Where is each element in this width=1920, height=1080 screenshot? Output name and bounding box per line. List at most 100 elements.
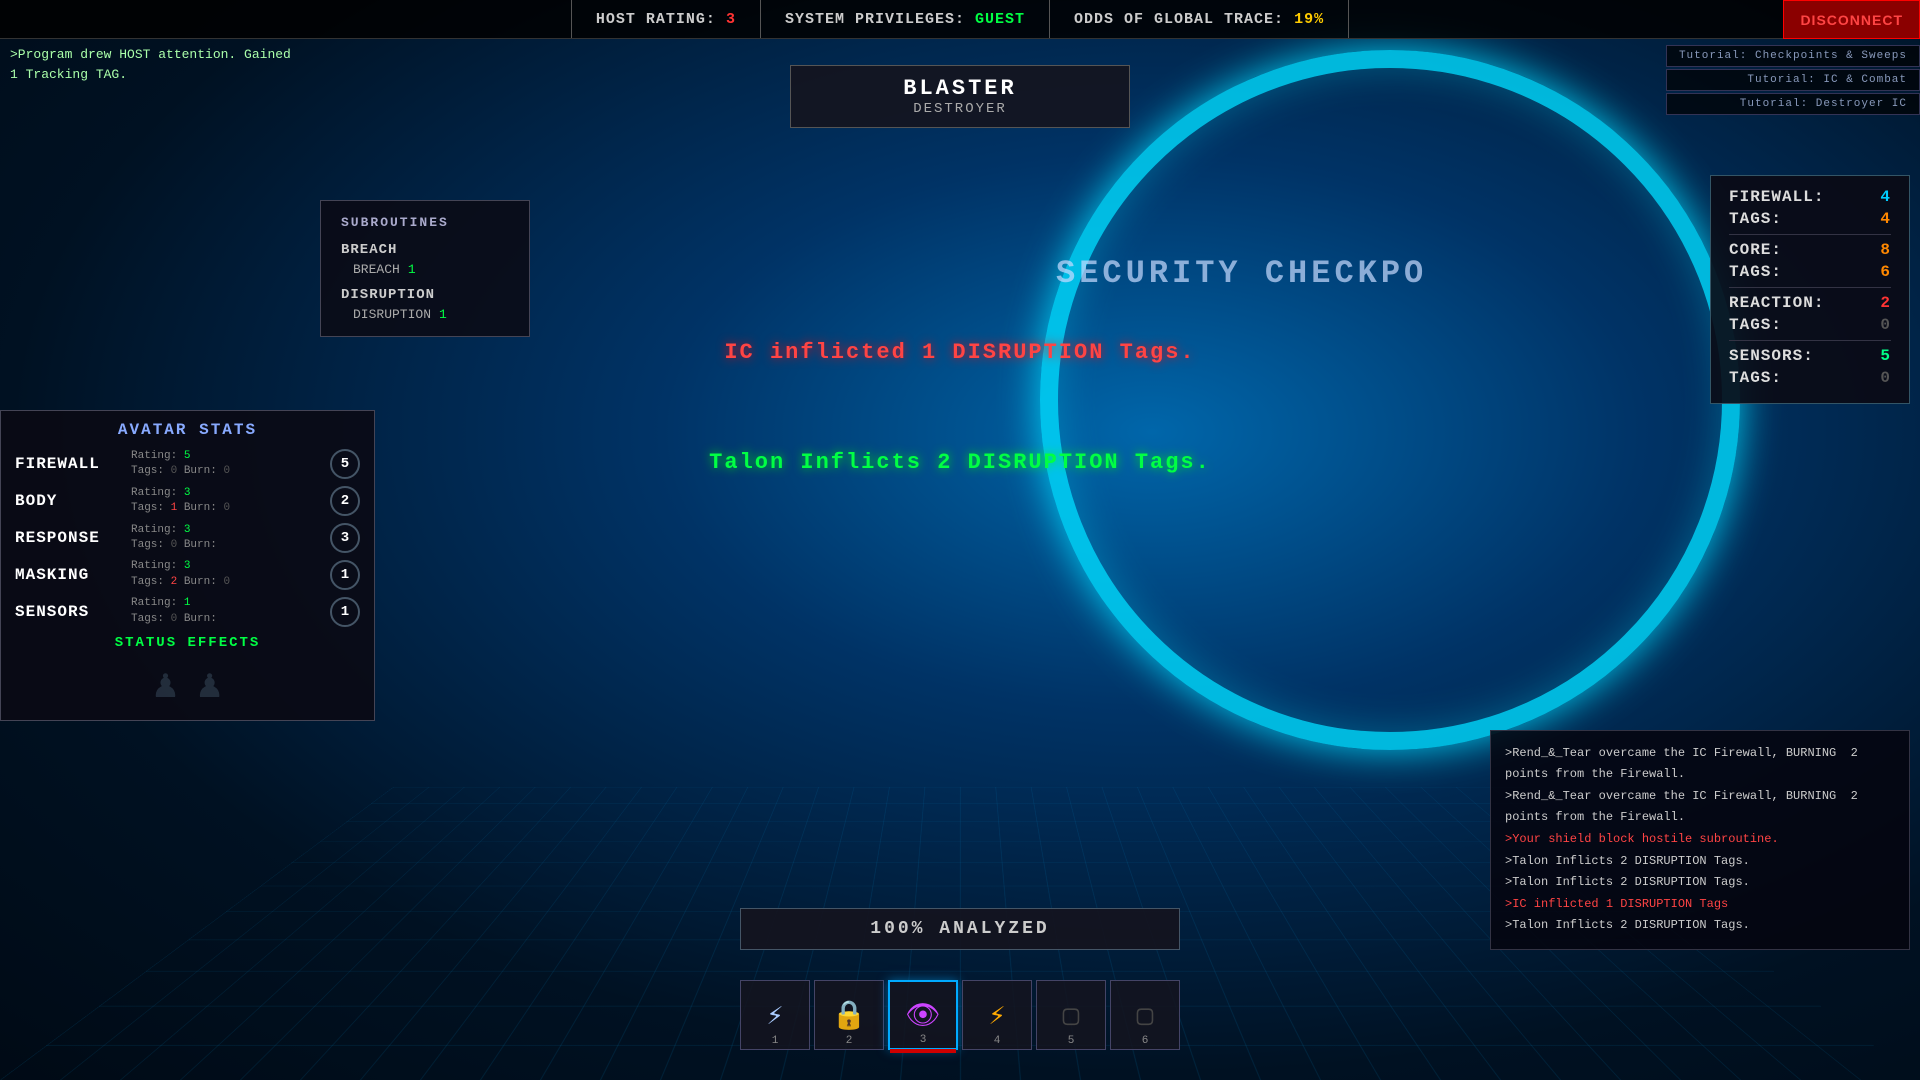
hotbar-num-6: 6 [1142,1035,1149,1047]
combat-message-1: IC inflicted 1 DISRUPTION Tags. [724,340,1195,365]
core-value: 8 [1880,241,1891,259]
divider-2 [1729,287,1891,288]
top-hud: HOST Rating: 3 System Privileges: GUEST … [0,0,1920,39]
trace-label: Odds of Global Trace: [1074,11,1284,28]
sensors-stat-row: Sensors: 5 [1729,347,1891,365]
core-tags-row: TAGS: 6 [1729,263,1891,281]
avatar-response-circle: 3 [330,523,360,553]
hotbar-num-2: 2 [846,1035,853,1047]
core-label: Core: [1729,241,1782,259]
avatar-body-circle: 2 [330,486,360,516]
hotbar-num-1: 1 [772,1035,779,1047]
hotbar-slot-3[interactable]: 👁 3 [888,980,958,1050]
hotbar-slot-4[interactable]: ⚡ 4 [962,980,1032,1050]
security-checkpoint-text: SECURITY CHECKPO [1056,255,1427,292]
hotbar-slot-5[interactable]: ▢ 5 [1036,980,1106,1050]
host-rating-label: HOST Rating: [596,11,716,28]
enemy-type: Destroyer [851,101,1069,117]
avatar-body-name: Body [15,492,125,510]
breach-item-count: 1 [408,262,416,277]
avatar-response-details: Rating: 3 Tags: 0 Burn: [131,523,324,554]
log-entry-6: >IC inflicted 1 DISRUPTION Tags [1505,894,1895,916]
avatar-stats-panel: Avatar Stats Firewall Rating: 5 Tags: 0 … [0,410,375,721]
host-rating-segment: HOST Rating: 3 [571,0,761,38]
firewall-stat-row: Firewall: 4 [1729,188,1891,206]
breach-item: Breach 1 [341,262,509,277]
console-line-2: 1 Tracking TAG. [10,65,291,85]
avatar-sensors-name: Sensors [15,603,125,621]
portal-ring [1040,50,1740,750]
sensors-tags-row: TAGS: 0 [1729,369,1891,387]
analysis-bar: 100% Analyzed [740,908,1180,950]
subroutines-panel: Subroutines Breach Breach 1 Disruption D… [320,200,530,337]
avatar-body-row: Body Rating: 3 Tags: 1 Burn: 0 2 [15,486,360,517]
breach-category: Breach [341,242,509,258]
avatar-masking-row: Masking Rating: 3 Tags: 2 Burn: 0 1 [15,559,360,590]
sensors-value: 5 [1880,347,1891,365]
hotbar: ⚡ 1 🔒 2 👁 3 ⚡ 4 ▢ 5 ▢ 6 [740,980,1180,1050]
avatar-masking-name: Masking [15,566,125,584]
hotbar-num-5: 5 [1068,1035,1075,1047]
avatar-firewall-circle: 5 [330,449,360,479]
log-entry-7: >Talon Inflicts 2 DISRUPTION Tags. [1505,915,1895,937]
hotbar-icon-5: ▢ [1063,998,1080,1033]
avatar-response-name: Response [15,529,125,547]
sensors-tags-value: 0 [1880,369,1891,387]
hotbar-slot-2[interactable]: 🔒 2 [814,980,884,1050]
avatar-sensors-circle: 1 [330,597,360,627]
host-rating-value: 3 [726,11,736,28]
log-entry-5: >Talon Inflicts 2 DISRUPTION Tags. [1505,872,1895,894]
hotbar-icon-6: ▢ [1137,998,1154,1033]
disruption-item-count: 1 [439,307,447,322]
disruption-category: Disruption [341,287,509,303]
enemy-name: Blaster [851,76,1069,101]
log-entry-4: >Talon Inflicts 2 DISRUPTION Tags. [1505,851,1895,873]
hotbar-num-3: 3 [920,1034,927,1046]
hotbar-slot-6[interactable]: ▢ 6 [1110,980,1180,1050]
avatar-sensors-row: Sensors Rating: 1 Tags: 0 Burn: 1 [15,596,360,627]
hotbar-icon-1: ⚡ [767,998,784,1033]
combat-message-2: Talon Inflicts 2 DISRUPTION Tags. [709,450,1211,475]
divider-1 [1729,234,1891,235]
hotbar-icon-4: ⚡ [989,998,1006,1033]
core-tags-label: TAGS: [1729,263,1782,281]
trace-value: 19% [1294,11,1324,28]
core-tags-value: 6 [1880,263,1891,281]
privileges-value: GUEST [975,11,1025,28]
firewall-tags-value: 4 [1880,210,1891,228]
divider-3 [1729,340,1891,341]
disconnect-button[interactable]: Disconnect [1783,0,1920,39]
firewall-tags-label: TAGS: [1729,210,1782,228]
tutorial-link-2[interactable]: Tutorial: IC & Combat [1666,69,1920,91]
tutorial-link-3[interactable]: Tutorial: Destroyer IC [1666,93,1920,115]
log-entry-3: >Your shield block hostile subroutine. [1505,829,1895,851]
tutorial-link-1[interactable]: Tutorial: Checkpoints & Sweeps [1666,45,1920,67]
avatar-response-row: Response Rating: 3 Tags: 0 Burn: 3 [15,523,360,554]
log-entry-2: >Rend_&_Tear overcame the IC Firewall, B… [1505,786,1895,829]
hotbar-num-4: 4 [994,1035,1001,1047]
disruption-item-name: Disruption [353,307,431,322]
sensors-tags-label: TAGS: [1729,369,1782,387]
console-log: >Program drew HOST attention. Gained 1 T… [10,45,291,84]
privileges-label: System Privileges: [785,11,965,28]
hotbar-icon-3: 👁 [905,998,941,1033]
combat-log-panel: >Rend_&_Tear overcame the IC Firewall, B… [1490,730,1910,950]
reaction-tags-value: 0 [1880,316,1891,334]
firewall-label: Firewall: [1729,188,1824,206]
status-silhouettes: ♟ ♟ [15,661,360,710]
avatar-firewall-row: Firewall Rating: 5 Tags: 0 Burn: 0 5 [15,449,360,480]
log-entry-1: >Rend_&_Tear overcame the IC Firewall, B… [1505,743,1895,786]
sensors-label: Sensors: [1729,347,1814,365]
hotbar-icon-2: 🔒 [832,998,867,1033]
reaction-tags-label: TAGS: [1729,316,1782,334]
subroutines-title: Subroutines [341,215,509,230]
hotbar-slot-1[interactable]: ⚡ 1 [740,980,810,1050]
disruption-item: Disruption 1 [341,307,509,322]
reaction-label: Reaction: [1729,294,1824,312]
status-effects-title: Status Effects [15,635,360,651]
avatar-firewall-details: Rating: 5 Tags: 0 Burn: 0 [131,449,324,480]
avatar-masking-details: Rating: 3 Tags: 2 Burn: 0 [131,559,324,590]
console-line-1: >Program drew HOST attention. Gained [10,45,291,65]
breach-item-name: Breach [353,262,400,277]
reaction-tags-row: TAGS: 0 [1729,316,1891,334]
